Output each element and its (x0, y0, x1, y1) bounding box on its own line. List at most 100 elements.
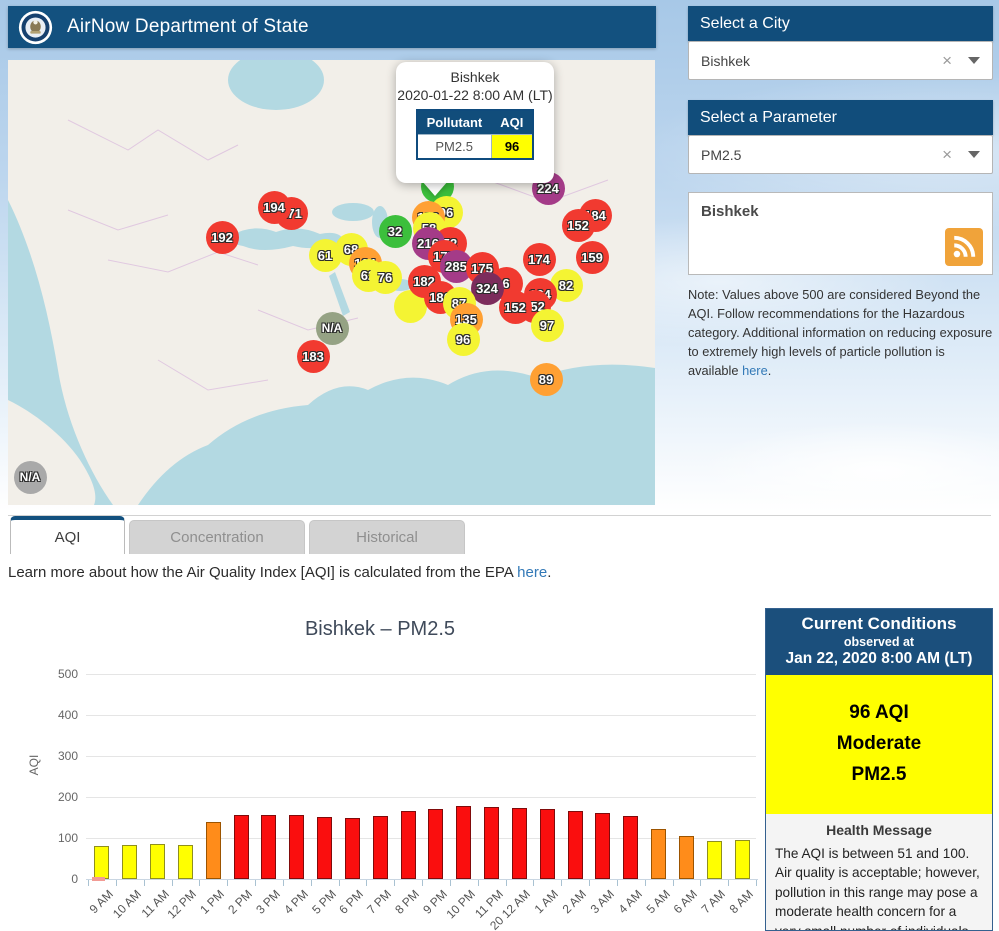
x-axis-tick (645, 880, 646, 886)
aqi-marker-97[interactable]: 97 (531, 309, 564, 342)
x-axis-tick (589, 880, 590, 886)
aqi-marker-32[interactable]: 32 (379, 215, 412, 248)
x-axis-tick (756, 880, 757, 886)
city-select-value: Bishkek (701, 53, 942, 69)
bar-2-am[interactable] (568, 811, 583, 879)
aqi-marker-61[interactable]: 61 (309, 239, 342, 272)
aqi-marker-183[interactable]: 183 (297, 340, 330, 373)
tab-concentration[interactable]: Concentration (129, 520, 305, 554)
aqi-marker-159[interactable]: 159 (576, 241, 609, 274)
rss-feed-box: Bishkek (688, 192, 993, 275)
learn-more-period: . (547, 564, 551, 581)
y-axis-title: AQI (27, 745, 41, 785)
city-clear-icon[interactable]: × (942, 51, 952, 71)
bar-3-am[interactable] (595, 813, 610, 879)
rss-icon (951, 234, 977, 260)
gridline-200 (86, 797, 756, 798)
bar-9-am[interactable] (94, 846, 109, 879)
bar-1-pm[interactable] (206, 822, 221, 879)
x-axis-tick (506, 880, 507, 886)
popup-observed-time: 2020-01-22 8:00 AM (LT) (396, 87, 554, 105)
bar-20-12-am[interactable] (512, 808, 527, 879)
x-axis-tick (255, 880, 256, 886)
rss-feed-button[interactable] (945, 228, 983, 266)
bar-1-am[interactable] (540, 809, 555, 879)
page-title: AirNow Department of State (67, 16, 309, 38)
health-message-title: Health Message (775, 822, 983, 838)
gridline-300 (86, 756, 756, 757)
popup-col-aqi: AQI (491, 110, 533, 135)
aqi-marker-194[interactable]: 194 (258, 191, 291, 224)
aqi-marker-na[interactable]: N/A (14, 461, 47, 494)
x-axis-tick (144, 880, 145, 886)
bar-7-pm[interactable] (373, 816, 388, 879)
note-text: Note: Values above 500 are considered Be… (688, 287, 992, 378)
axis-artifact-mark (92, 877, 105, 881)
popup-aqi-table: Pollutant AQI PM2.5 96 (416, 109, 535, 160)
airnow-page: AirNow Department of State (0, 0, 999, 931)
learn-more-here-link[interactable]: here (517, 564, 547, 581)
note-here-link[interactable]: here (742, 363, 768, 378)
bar-6-am[interactable] (679, 836, 694, 879)
learn-more-text: Learn more about how the Air Quality Ind… (8, 564, 551, 581)
city-dropdown-caret-icon[interactable] (968, 57, 980, 64)
y-tick-label-0: 0 (44, 872, 78, 886)
bar-10-pm[interactable] (456, 806, 471, 879)
y-tick-label-100: 100 (44, 831, 78, 845)
x-axis-tick (116, 880, 117, 886)
popup-pollutant-value: PM2.5 (417, 135, 492, 160)
y-tick-label-200: 200 (44, 790, 78, 804)
current-aqi-category: Moderate (766, 728, 992, 759)
bar-12-pm[interactable] (178, 845, 193, 879)
aqi-marker-76[interactable]: 76 (369, 261, 402, 294)
bar-8-am[interactable] (735, 840, 750, 879)
tab-bar: AQI Concentration Historical (10, 516, 469, 554)
aqi-marker-152[interactable]: 152 (499, 291, 532, 324)
aqi-bar-chart: Bishkek – PM2.5 01002003004005009 AM10 A… (0, 610, 760, 931)
parameter-dropdown-caret-icon[interactable] (968, 151, 980, 158)
x-axis-tick (394, 880, 395, 886)
current-aqi-pollutant: PM2.5 (766, 759, 992, 790)
y-tick-label-500: 500 (44, 667, 78, 681)
x-axis-tick (561, 880, 562, 886)
rss-city-title: Bishkek (701, 203, 992, 220)
aqi-marker-192[interactable]: 192 (206, 221, 239, 254)
current-aqi-value: 96 AQI (766, 697, 992, 728)
parameter-clear-icon[interactable]: × (942, 145, 952, 165)
x-axis-tick (311, 880, 312, 886)
current-conditions-panel: Current Conditions observed at Jan 22, 2… (765, 608, 993, 931)
tab-historical[interactable]: Historical (309, 520, 465, 554)
city-select[interactable]: Bishkek × (688, 41, 993, 80)
aqi-marker-152[interactable]: 152 (562, 209, 595, 242)
select-city-header: Select a City (688, 6, 993, 41)
parameter-select-value: PM2.5 (701, 147, 942, 163)
bar-2-pm[interactable] (234, 815, 249, 879)
bar-9-pm[interactable] (428, 809, 443, 879)
map-popup: Bishkek 2020-01-22 8:00 AM (LT) Pollutan… (396, 62, 554, 183)
aqi-marker-96[interactable]: 96 (447, 323, 480, 356)
aqi-marker-89[interactable]: 89 (530, 363, 563, 396)
bar-10-am[interactable] (122, 845, 137, 879)
bar-4-pm[interactable] (289, 815, 304, 879)
aqi-marker-na[interactable]: N/A (316, 312, 349, 345)
department-of-state-seal-logo (18, 10, 53, 45)
popup-aqi-value: 96 (491, 135, 533, 160)
bar-8-pm[interactable] (401, 811, 416, 879)
tab-aqi[interactable]: AQI (10, 516, 125, 554)
current-aqi-block: 96 AQI Moderate PM2.5 (766, 675, 992, 814)
bar-5-am[interactable] (651, 829, 666, 879)
bar-11-am[interactable] (150, 844, 165, 879)
bar-4-am[interactable] (623, 816, 638, 879)
observed-at-label: observed at (768, 635, 990, 649)
x-axis-tick (283, 880, 284, 886)
y-tick-label-300: 300 (44, 749, 78, 763)
app-header: AirNow Department of State (8, 6, 656, 48)
bar-7-am[interactable] (707, 841, 722, 879)
parameter-select[interactable]: PM2.5 × (688, 135, 993, 174)
bar-11-pm[interactable] (484, 807, 499, 879)
popup-city: Bishkek (396, 69, 554, 87)
bar-5-pm[interactable] (317, 817, 332, 879)
aqi-marker-174[interactable]: 174 (523, 243, 556, 276)
bar-6-pm[interactable] (345, 818, 360, 879)
bar-3-pm[interactable] (261, 815, 276, 879)
